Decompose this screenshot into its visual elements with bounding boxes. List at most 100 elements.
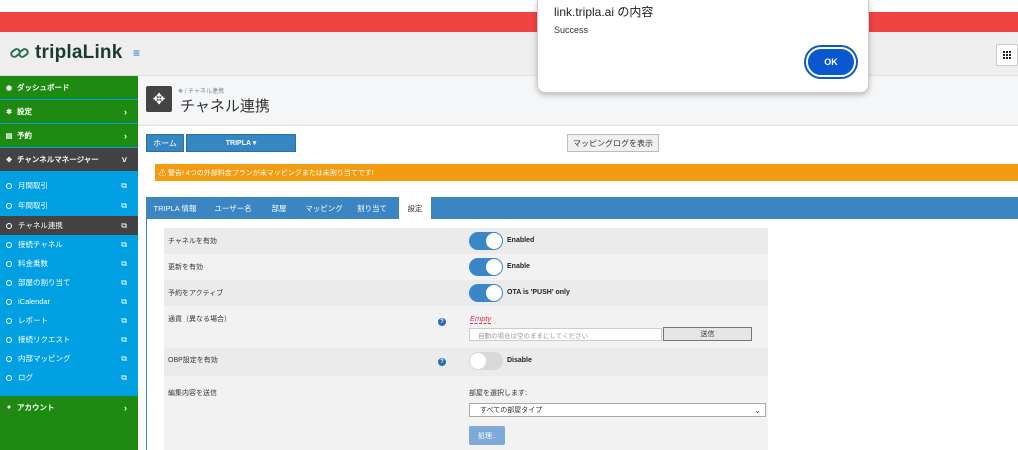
chevron-right-icon: › (124, 402, 127, 413)
sidebar-footer (0, 419, 138, 450)
sidebar-sub-report[interactable]: レポート ⧉ (0, 311, 138, 330)
reservation-active-toggle[interactable] (469, 284, 503, 302)
circle-icon (6, 279, 12, 286)
sidebar-sub-icalendar[interactable]: iCalendar ⧉ (0, 292, 138, 311)
move-icon: ✥ (146, 86, 172, 112)
send-edits-label: 編集内容を送信 (168, 390, 217, 397)
obp-toggle[interactable] (469, 352, 503, 370)
hamburger-icon[interactable]: ≡ (133, 46, 140, 60)
sidebar-item-label: チャンネルマネージャー (17, 155, 99, 164)
room-type-select[interactable]: すべての部屋タイプ ⌄ (469, 403, 766, 417)
external-link-icon: ⧉ (121, 353, 127, 363)
sidebar-item-dashboard[interactable]: ◉ ダッシュボード (0, 76, 138, 99)
channel-enabled-toggle[interactable] (469, 232, 503, 250)
sidebar-sub-yearly[interactable]: 年間取引 ⧉ (0, 196, 138, 215)
room-select-label: 部屋を選択します: (469, 390, 527, 397)
sidebar-item-reservation[interactable]: ▤ 予約 › (0, 124, 138, 147)
grid-icon[interactable] (996, 44, 1018, 66)
sidebar-sub-channel-link[interactable]: チャネル連携 ⧉ (0, 216, 138, 235)
dashboard-icon: ◉ (5, 84, 13, 92)
sidebar-sub-room-allocation[interactable]: 部屋の割り当て ⧉ (0, 273, 138, 292)
help-icon[interactable]: ? (438, 318, 446, 326)
update-enabled-label: 更新を有効 (168, 264, 203, 271)
sidebar-item-label: 予約 (17, 131, 32, 140)
tab-mapping[interactable]: マッピング (300, 197, 348, 219)
brand-name: triplaLink (35, 42, 123, 63)
reservation-active-state: OTA is 'PUSH' only (507, 289, 570, 296)
logo[interactable]: triplaLink (10, 42, 123, 64)
sidebar-item-label: チャネル連携 (18, 221, 63, 230)
obp-state: Disable (507, 357, 532, 364)
tab-settings[interactable]: 設定 (399, 197, 431, 219)
circle-icon (6, 355, 12, 362)
currency-empty-link[interactable]: Empty (470, 314, 492, 324)
external-link-icon: ⧉ (121, 296, 127, 306)
ok-button[interactable]: OK (806, 47, 856, 77)
sidebar-item-label: ダッシュボード (17, 83, 70, 92)
external-link-icon: ⧉ (121, 239, 127, 249)
sidebar-item-label: 接続リクエスト (18, 335, 71, 344)
sidebar-item-label: ログ (18, 373, 33, 382)
dialog-message: Success (554, 25, 589, 35)
reservation-active-label: 予約をアクティブ (168, 290, 224, 297)
tab-rooms[interactable]: 部屋 (264, 197, 294, 219)
warning-banner: ⚠ 警告! 4つの外部料金プランが未マッピングまたは未割り当てです! (155, 164, 1018, 181)
external-link-icon: ⧉ (121, 277, 127, 287)
circle-icon (6, 298, 12, 305)
external-link-icon: ⧉ (121, 220, 127, 230)
mapping-log-button[interactable]: マッピングログを表示 (567, 134, 659, 152)
sidebar-item-channel-manager[interactable]: ✥ チャンネルマネージャー ˅ (0, 148, 138, 171)
home-button[interactable]: ホーム (146, 134, 184, 152)
chevron-right-icon: › (124, 130, 127, 141)
currency-input[interactable]: 自動の場合は空のままにしてください (469, 328, 662, 341)
external-link-icon: ⧉ (121, 258, 127, 268)
tripla-dropdown-button[interactable]: TRIPLA ▾ (186, 134, 296, 152)
circle-icon (6, 317, 12, 324)
circle-icon (6, 374, 12, 381)
obp-label: OBP設定を有効 (168, 357, 218, 364)
channel-enabled-label: チャネルを有効 (168, 238, 217, 245)
sidebar-item-label: 月間取引 (18, 181, 48, 190)
tab-allocation[interactable]: 割り当て (352, 197, 392, 219)
sidebar-sub-connected-channels[interactable]: 接続チャネル ⧉ (0, 235, 138, 254)
chevron-down-icon: ⌄ (754, 405, 761, 415)
alert-dialog: link.tripla.ai の内容 Success OK (537, 0, 869, 93)
setting-row (164, 348, 768, 376)
dialog-title: link.tripla.ai の内容 (554, 5, 654, 19)
update-enabled-state: Enable (507, 263, 530, 270)
currency-label: 通貨（異なる場合） (168, 316, 231, 323)
circle-icon (6, 222, 12, 229)
sidebar-item-label: アカウント (17, 403, 55, 412)
user-icon: ● (6, 404, 12, 411)
sidebar-sub-monthly[interactable]: 月間取引 ⧉ (0, 176, 138, 195)
help-icon[interactable]: ? (438, 358, 446, 366)
process-button[interactable]: 処理.. (469, 426, 505, 445)
sidebar-sub-rate-multiplier[interactable]: 料金乗数 ⧉ (0, 254, 138, 273)
sidebar-item-label: 年間取引 (18, 201, 48, 210)
setting-row (164, 228, 768, 254)
update-enabled-toggle[interactable] (469, 258, 503, 276)
move-icon: ✥ (6, 156, 12, 164)
circle-icon (6, 260, 12, 267)
sidebar-sub-connection-request[interactable]: 接続リクエスト ⧉ (0, 330, 138, 349)
external-link-icon: ⧉ (121, 200, 127, 210)
room-select-value: すべての部屋タイプ (480, 407, 543, 414)
circle-icon (6, 182, 12, 189)
setting-row (164, 280, 768, 306)
tab-username[interactable]: ユーザー名 (206, 197, 260, 219)
circle-icon (6, 202, 12, 209)
page-title: チャネル連携 (180, 98, 270, 115)
sidebar-sub-log[interactable]: ログ ⧉ (0, 368, 138, 387)
breadcrumb[interactable]: ✥ / チャネル連携 (178, 86, 224, 95)
channel-enabled-state: Enabled (507, 237, 535, 244)
sidebar-sub-internal-mapping[interactable]: 内部マッピング ⧉ (0, 349, 138, 368)
external-link-icon: ⧉ (121, 372, 127, 382)
sidebar-item-settings[interactable]: ✱ 設定 › (0, 100, 138, 123)
sidebar-item-account[interactable]: ● アカウント › (0, 396, 138, 419)
sidebar: ◉ ダッシュボード ✱ 設定 › ▤ 予約 › ✥ チャンネルマネージャー ˅ … (0, 76, 138, 450)
reservation-icon: ▤ (5, 132, 13, 140)
chevron-right-icon: › (124, 106, 127, 117)
tab-tripla-info[interactable]: TRIPLA 情報 (152, 197, 198, 219)
send-button[interactable]: 送信 (663, 327, 752, 341)
sidebar-item-label: 部屋の割り当て (18, 278, 71, 287)
